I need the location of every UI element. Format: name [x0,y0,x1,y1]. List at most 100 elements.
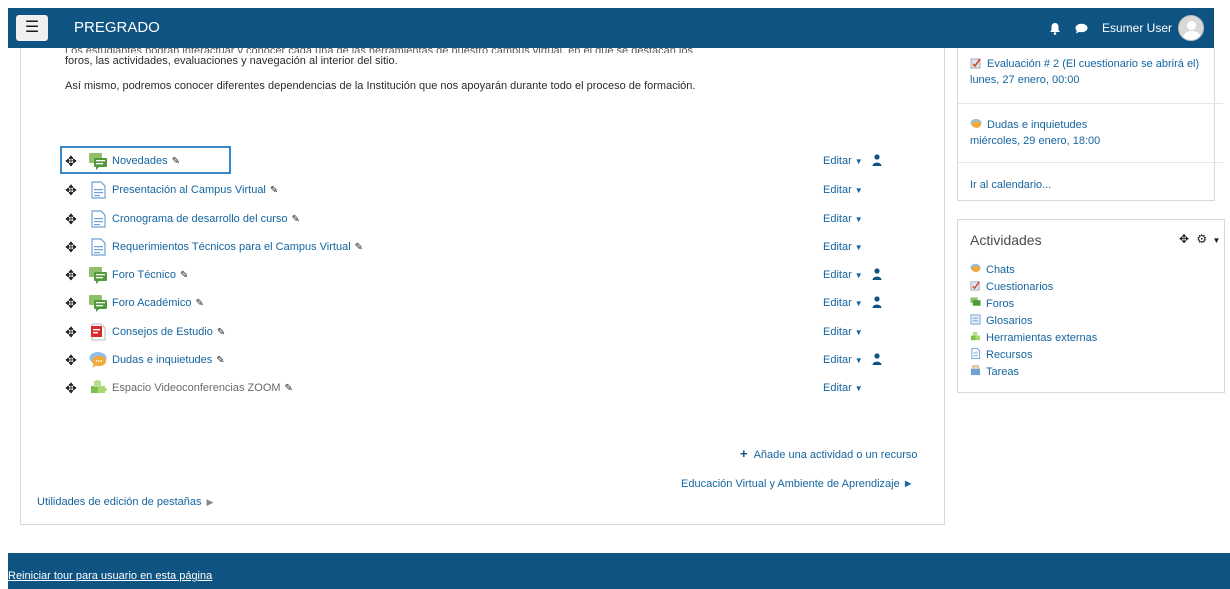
calendar-link[interactable]: Ir al calendario... [970,179,1051,191]
block-title: Actividades [970,232,1042,248]
activity-row: ✥ Requerimientos Técnicos para el Campus… [60,237,900,259]
forum-icon [89,153,107,170]
list-item[interactable]: Cuestionarios [970,279,1097,296]
chat-icon [970,119,982,128]
activity-row: ✥ Novedades ✎ Editar ▼ [60,151,900,173]
pdf-icon [91,323,106,341]
page-icon [91,210,106,228]
bell-icon[interactable] [1049,22,1061,35]
move-icon[interactable]: ✥ [64,325,78,339]
edit-title-pencil-icon[interactable]: ✎ [285,383,293,394]
caret-down-icon: ▼ [854,243,863,252]
edit-title-pencil-icon[interactable]: ✎ [172,156,180,167]
hamburger-menu-icon[interactable]: ☰ [16,15,48,41]
list-item[interactable]: Herramientas externas [970,330,1097,347]
edit-title-pencil-icon[interactable]: ✎ [355,242,363,253]
activity-row: ✥ Dudas e inquietudes ✎ Editar ▼ [60,350,900,372]
user-name[interactable]: Esumer User [1102,21,1172,35]
summary-paragraph: Así mismo, podremos conocer diferentes d… [65,80,696,92]
edit-menu[interactable]: Editar ▼ [823,326,863,338]
activity-link[interactable]: Consejos de Estudio ✎ [112,326,225,338]
activity-row: ✥ Foro Académico ✎ Editar ▼ [60,293,900,315]
edit-title-pencil-icon[interactable]: ✎ [195,298,203,309]
activity-link[interactable]: Cronograma de desarrollo del curso ✎ [112,213,300,225]
section-summary: Los estudiantes podrán interactuar y con… [65,48,750,103]
edit-title-pencil-icon[interactable]: ✎ [291,214,299,225]
upcoming-event: Dudas e inquietudes miércoles, 29 enero,… [970,117,1100,149]
plus-icon: + [740,446,748,461]
activity-row: ✥ Consejos de Estudio ✎ Editar ▼ [60,322,900,344]
gear-icon[interactable]: ⚙ [1196,232,1207,246]
activity-link[interactable]: Foro Técnico ✎ [112,269,188,281]
caret-down-icon: ▼ [854,215,863,224]
group-mode-icon[interactable] [872,268,882,280]
page-footer: Reiniciar tour para usuario en esta pági… [8,553,1230,589]
list-item[interactable]: Recursos [970,347,1097,364]
forum-icon [970,297,981,306]
tab-utilities-toggle[interactable]: Utilidades de edición de pestañas ▶ [37,496,213,508]
move-icon[interactable]: ✥ [64,296,78,310]
activity-link[interactable]: Requerimientos Técnicos para el Campus V… [112,241,363,253]
move-icon[interactable]: ✥ [64,381,78,395]
chat-bubble-icon[interactable] [1075,23,1088,34]
move-icon[interactable]: ✥ [1179,232,1189,246]
edit-title-pencil-icon[interactable]: ✎ [217,327,225,338]
caret-down-icon: ▼ [854,384,863,393]
chat-icon [89,352,107,368]
group-mode-icon[interactable] [872,154,882,166]
caret-down-icon: ▼ [854,356,863,365]
puzzle-icon [91,379,107,393]
top-navbar: ☰ PREGRADO Esumer User [8,8,1214,48]
next-section-link[interactable]: Educación Virtual y Ambiente de Aprendiz… [681,478,914,490]
add-activity-link[interactable]: + Añade una actividad o un recurso [740,446,917,461]
list-item[interactable]: Foros [970,296,1097,313]
activity-link[interactable]: Dudas e inquietudes ✎ [112,354,225,366]
activity-link[interactable]: Presentación al Campus Virtual ✎ [112,184,278,196]
move-icon[interactable]: ✥ [64,268,78,282]
group-mode-icon[interactable] [872,353,882,365]
site-brand[interactable]: PREGRADO [74,19,160,36]
activity-link[interactable]: Novedades ✎ [112,155,180,167]
caret-down-icon[interactable]: ▼ [1213,236,1221,245]
move-icon[interactable]: ✥ [64,212,78,226]
move-icon[interactable]: ✥ [64,154,78,168]
summary-line: foros, las actividades, evaluaciones y n… [65,55,398,67]
edit-menu[interactable]: Editar ▼ [823,354,863,366]
activities-list: Chats Cuestionarios Foros Glosarios Herr… [970,262,1097,381]
edit-menu[interactable]: Editar ▼ [823,297,863,309]
list-item[interactable]: Glosarios [970,313,1097,330]
move-icon[interactable]: ✥ [64,353,78,367]
restart-tour-link[interactable]: Reiniciar tour para usuario en esta pági… [8,570,212,582]
activity-row: ✥ Espacio Videoconferencias ZOOM ✎ Editar… [60,378,900,400]
event-date: miércoles, 29 enero, 18:00 [970,135,1101,147]
user-nav: Esumer User [1049,12,1204,44]
move-icon[interactable]: ✥ [64,240,78,254]
triangle-right-icon: ▶ [206,497,214,507]
edit-menu[interactable]: Editar ▼ [823,241,863,253]
glossary-icon [970,314,981,325]
edit-menu[interactable]: Editar ▼ [823,155,863,167]
activity-link[interactable]: Foro Académico ✎ [112,297,204,309]
assignment-icon [970,365,981,376]
chat-icon [970,263,981,273]
edit-menu[interactable]: Editar ▼ [823,184,863,196]
caret-down-icon: ▼ [854,299,863,308]
edit-menu[interactable]: Editar ▼ [823,269,863,281]
edit-menu[interactable]: Editar ▼ [823,382,863,394]
caret-down-icon: ▼ [854,186,863,195]
edit-title-pencil-icon[interactable]: ✎ [180,270,188,281]
list-item[interactable]: Chats [970,262,1097,279]
move-icon[interactable]: ✥ [64,183,78,197]
edit-menu[interactable]: Editar ▼ [823,213,863,225]
list-item[interactable]: Tareas [970,364,1097,381]
page-icon [91,238,106,256]
avatar[interactable] [1178,15,1204,41]
activity-link[interactable]: Espacio Videoconferencias ZOOM ✎ [112,382,293,394]
edit-title-pencil-icon[interactable]: ✎ [270,185,278,196]
page-icon [971,348,981,359]
arrow-right-icon: ► [899,478,914,490]
edit-title-pencil-icon[interactable]: ✎ [216,355,224,366]
event-title[interactable]: Evaluación # 2 (El cuestionario se abrir… [970,56,1199,72]
event-title[interactable]: Dudas e inquietudes [970,117,1100,133]
group-mode-icon[interactable] [872,296,882,308]
